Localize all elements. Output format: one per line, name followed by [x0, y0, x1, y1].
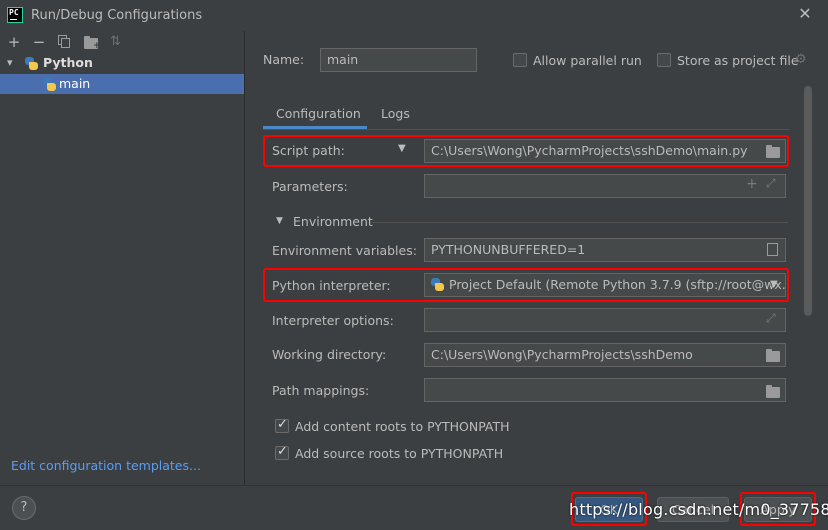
- tree-group-python[interactable]: ▾ Python: [0, 53, 244, 73]
- tree-item-label: main: [59, 76, 91, 91]
- interp-options-label: Interpreter options:: [272, 313, 394, 328]
- name-label: Name:: [263, 52, 305, 67]
- close-icon[interactable]: ✕: [796, 5, 814, 23]
- parameters-input[interactable]: [424, 174, 786, 198]
- edit-config-templates-link[interactable]: Edit configuration templates...: [11, 458, 201, 473]
- script-path-input[interactable]: C:\Users\Wong\PycharmProjects\sshDemo\ma…: [424, 139, 786, 163]
- config-tree-panel: [0, 31, 245, 485]
- folder-browse-icon[interactable]: [766, 145, 780, 158]
- vertical-scrollbar[interactable]: [804, 86, 812, 316]
- interpreter-select[interactable]: Project Default (Remote Python 3.7.9 (sf…: [424, 273, 786, 297]
- tree-item-main[interactable]: main: [0, 74, 244, 94]
- section-divider: [372, 222, 788, 223]
- expand-icon[interactable]: ⤢: [766, 176, 776, 191]
- add-content-roots-label: Add content roots to PYTHONPATH: [295, 419, 510, 434]
- python-file-icon: [43, 78, 56, 91]
- tab-configuration[interactable]: Configuration: [276, 106, 361, 121]
- add-parameter-icon[interactable]: +: [746, 176, 758, 192]
- env-vars-input[interactable]: PYTHONUNBUFFERED=1: [424, 238, 786, 262]
- interpreter-label: Python interpreter:: [272, 278, 391, 293]
- edit-env-vars-icon[interactable]: [767, 243, 778, 256]
- path-mappings-label: Path mappings:: [272, 383, 370, 398]
- app-icon-text: PC: [9, 8, 19, 17]
- copy-icon[interactable]: [58, 35, 71, 48]
- allow-parallel-label: Allow parallel run: [533, 53, 642, 68]
- environment-section-title: Environment: [293, 214, 373, 229]
- script-path-label: Script path:: [272, 143, 345, 158]
- name-input[interactable]: main: [320, 48, 477, 72]
- collapse-section-icon[interactable]: ▼: [276, 216, 283, 226]
- working-dir-input[interactable]: C:\Users\Wong\PycharmProjects\sshDemo: [424, 343, 786, 367]
- add-source-roots-checkbox[interactable]: [275, 444, 289, 460]
- path-mappings-input[interactable]: [424, 378, 786, 402]
- python-icon: [25, 57, 38, 70]
- interp-options-input[interactable]: [424, 308, 786, 332]
- add-source-roots-label: Add source roots to PYTHONPATH: [295, 446, 504, 461]
- window-title: Run/Debug Configurations: [31, 8, 203, 23]
- expand-arrow-icon[interactable]: ▾: [7, 53, 13, 73]
- chevron-down-icon[interactable]: ▼: [770, 279, 778, 290]
- remote-python-icon: [431, 278, 444, 291]
- path-mappings-browse-icon[interactable]: [766, 385, 780, 398]
- allow-parallel-checkbox[interactable]: [513, 53, 527, 67]
- script-type-dropdown-icon[interactable]: ▼: [398, 143, 406, 154]
- gear-icon[interactable]: ⚙: [795, 52, 807, 67]
- watermark-text: https://blog.csdn.net/m0_37758063: [569, 500, 828, 519]
- tab-logs[interactable]: Logs: [381, 106, 410, 121]
- store-project-checkbox[interactable]: [657, 53, 671, 67]
- expand-options-icon[interactable]: ⤢: [766, 311, 776, 326]
- folder-add-icon[interactable]: +: [84, 36, 101, 51]
- store-project-label: Store as project file: [677, 53, 799, 68]
- help-button[interactable]: ?: [12, 496, 36, 520]
- add-content-roots-checkbox[interactable]: [275, 417, 289, 433]
- tree-group-label: Python: [43, 55, 93, 70]
- working-dir-label: Working directory:: [272, 347, 387, 362]
- add-icon[interactable]: +: [6, 34, 22, 50]
- env-vars-label: Environment variables:: [272, 243, 417, 258]
- tabs-divider: [263, 129, 789, 130]
- sort-icon[interactable]: ⇅: [110, 34, 121, 50]
- pycharm-app-icon: PC: [7, 7, 23, 23]
- remove-icon[interactable]: −: [31, 34, 47, 50]
- working-dir-browse-icon[interactable]: [766, 349, 780, 362]
- parameters-label: Parameters:: [272, 179, 348, 194]
